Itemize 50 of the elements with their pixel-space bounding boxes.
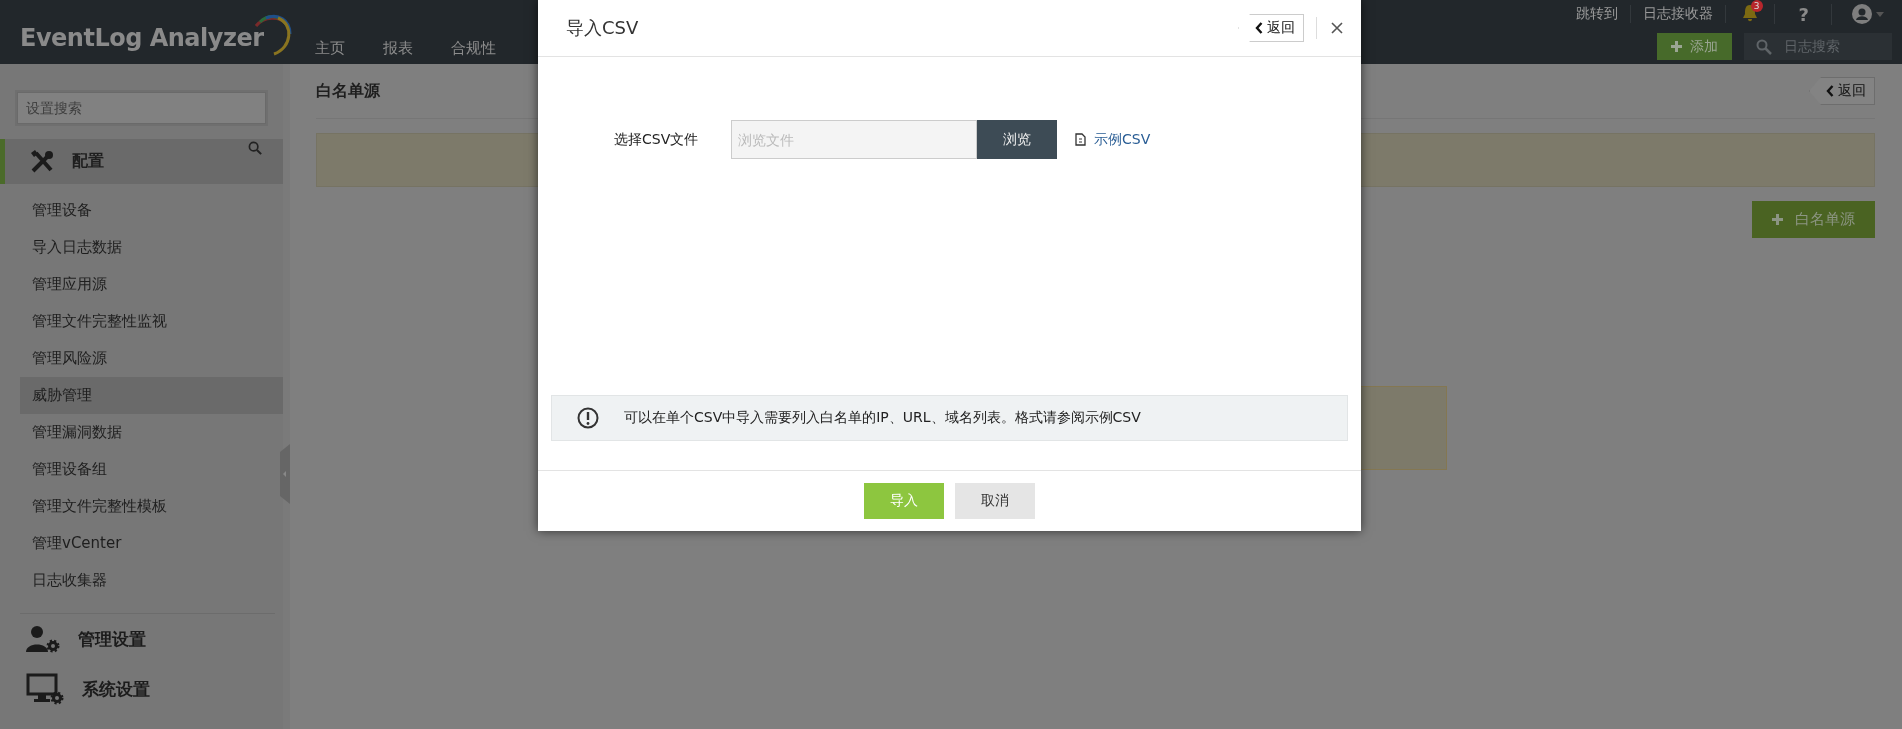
plus-icon: [1772, 214, 1783, 225]
sidebar-item[interactable]: 威胁管理: [20, 377, 283, 414]
nav-link[interactable]: 主页: [315, 39, 345, 58]
sidebar-item[interactable]: 管理文件完整性模板: [0, 488, 283, 525]
search-icon: [1756, 38, 1772, 55]
sidebar-item[interactable]: 管理风险源: [0, 340, 283, 377]
chevron-left-icon: [1826, 85, 1834, 97]
sidebar-item[interactable]: 管理文件完整性监视: [0, 303, 283, 340]
sidebar-item[interactable]: 管理漏洞数据: [0, 414, 283, 451]
sidebar-item[interactable]: 管理设备: [0, 192, 283, 229]
browse-button[interactable]: 浏览: [977, 120, 1057, 159]
info-text: 可以在单个CSV中导入需要列入白名单的IP、URL、域名列表。格式请参阅示例CSV: [624, 409, 1141, 427]
header-link[interactable]: 日志接收器: [1630, 5, 1726, 23]
back-button[interactable]: 返回: [1809, 77, 1875, 105]
import-button[interactable]: 导入: [864, 483, 944, 519]
user-avatar-icon[interactable]: [1852, 4, 1872, 24]
sample-csv-link[interactable]: 示例CSV: [1075, 130, 1151, 149]
sidebar-item[interactable]: 管理设备组: [0, 451, 283, 488]
logo-text: EventLog Analyzer: [20, 24, 264, 52]
collapse-handle-icon[interactable]: [280, 444, 290, 504]
page-title: 白名单源: [316, 80, 380, 102]
settings-search-field[interactable]: 设置搜索: [17, 92, 266, 124]
exclamation-icon: [577, 407, 599, 429]
back-button[interactable]: 返回: [1238, 14, 1304, 42]
notification-badge: 3: [1750, 0, 1763, 12]
sidebar-item[interactable]: 日志收集器: [0, 562, 283, 599]
dialog-title: 导入CSV: [566, 16, 640, 40]
user-gear-icon: [26, 624, 60, 654]
help-link[interactable]: ?: [1774, 3, 1832, 25]
add-whitelist-button[interactable]: 白名单源: [1752, 201, 1875, 238]
sidebar-item[interactable]: 管理应用源: [0, 266, 283, 303]
sidebar-section[interactable]: 配置: [0, 139, 283, 184]
monitor-gear-icon: [26, 673, 64, 705]
search-icon[interactable]: [248, 141, 263, 156]
file-path-field[interactable]: 浏览文件: [731, 120, 977, 159]
field-label: 选择CSV文件: [614, 130, 700, 149]
sidebar-item[interactable]: 导入日志数据: [0, 229, 283, 266]
sidebar-group[interactable]: 系统设置: [0, 664, 283, 714]
sidebar-group[interactable]: 管理设置: [0, 614, 283, 664]
plus-icon: [1671, 41, 1682, 52]
nav-link[interactable]: 报表: [383, 39, 413, 58]
nav-link[interactable]: 合规性: [451, 39, 496, 58]
add-button[interactable]: 添加: [1657, 33, 1732, 60]
sidebar-item[interactable]: 管理vCenter: [0, 525, 283, 562]
header-link[interactable]: 跳转到: [1563, 5, 1631, 23]
chevron-left-icon: [1255, 22, 1263, 34]
tools-icon: [30, 149, 56, 174]
cancel-button[interactable]: 取消: [955, 483, 1035, 519]
document-icon: [1075, 133, 1086, 146]
caret-icon[interactable]: [1876, 11, 1884, 17]
